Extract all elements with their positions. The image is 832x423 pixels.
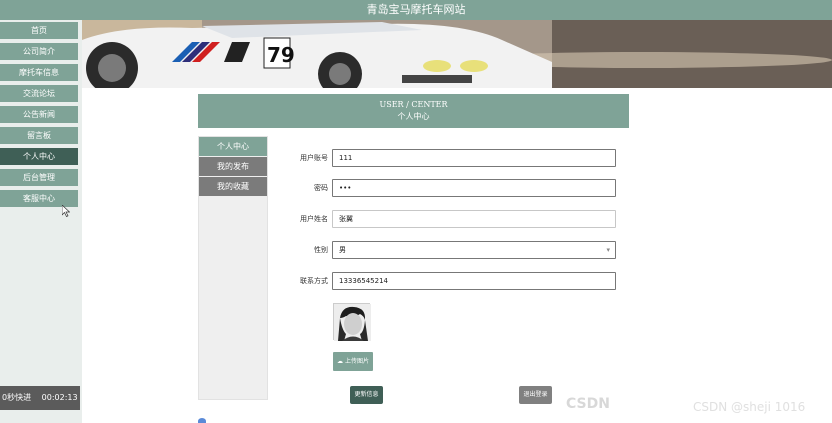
user-menu: 个人中心 我的发布 我的收藏 [198,136,268,400]
watermark-text: CSDN @sheji 1016 [693,400,806,414]
gender-label: 性别 [314,246,328,254]
video-skip-label: 0秒快进 [2,393,32,402]
account-label: 用户账号 [300,154,328,162]
avatar-photo [334,304,371,341]
name-label: 用户姓名 [300,215,328,223]
site-title-bar: 青岛宝马摩托车网站 [0,0,832,20]
help-icon [198,418,206,423]
menu-item-my-favorites[interactable]: 我的收藏 [199,177,267,196]
nav-item-messages[interactable]: 留言板 [0,127,78,145]
gender-select-value: 男 [339,246,346,254]
nav-item-company[interactable]: 公司简介 [0,43,78,61]
password-input[interactable]: ••• [332,179,616,197]
banner-image: 79 [82,20,832,88]
mouse-cursor-icon [62,205,70,217]
nav-item-forum[interactable]: 交流论坛 [0,85,78,103]
upload-image-button[interactable]: ☁ 上传图片 [333,352,373,371]
phone-input[interactable]: 13336545214 [332,272,616,290]
nav-item-user-center[interactable]: 个人中心 [0,148,78,166]
video-progress-bar: 0秒快进 00:02:13 [0,386,80,410]
account-input[interactable]: 111 [332,149,616,167]
nav-item-motorcycles[interactable]: 摩托车信息 [0,64,78,82]
logout-button[interactable]: 退出登录 [519,386,552,404]
side-nav: 首页 公司简介 摩托车信息 交流论坛 公告新闻 留言板 个人中心 后台管理 客服… [0,20,82,423]
avatar [333,303,371,341]
nav-item-news[interactable]: 公告新闻 [0,106,78,124]
site-title: 青岛宝马摩托车网站 [366,3,466,16]
nav-item-admin[interactable]: 后台管理 [0,169,78,187]
nav-item-home[interactable]: 首页 [0,22,78,40]
race-car-illustration: 79 [82,20,832,88]
section-title-en: USER / CENTER [379,100,448,109]
password-label: 密码 [314,184,328,192]
video-time: 00:02:13 [41,393,78,402]
name-input[interactable]: 张翼 [332,210,616,228]
section-header: USER / CENTER 个人中心 [198,94,629,128]
gender-select[interactable]: 男 ▾ [332,241,616,259]
watermark-logo: CSDN [566,396,610,412]
update-info-button[interactable]: 更新信息 [350,386,383,404]
phone-label: 联系方式 [300,277,328,285]
chevron-down-icon: ▾ [606,246,610,254]
menu-item-my-posts[interactable]: 我的发布 [199,157,267,176]
menu-item-user-center[interactable]: 个人中心 [199,137,267,156]
cloud-upload-icon: ☁ [337,358,344,365]
section-title-zh: 个人中心 [397,112,430,121]
svg-text:79: 79 [267,43,295,67]
upload-label: 上传图片 [344,358,369,365]
